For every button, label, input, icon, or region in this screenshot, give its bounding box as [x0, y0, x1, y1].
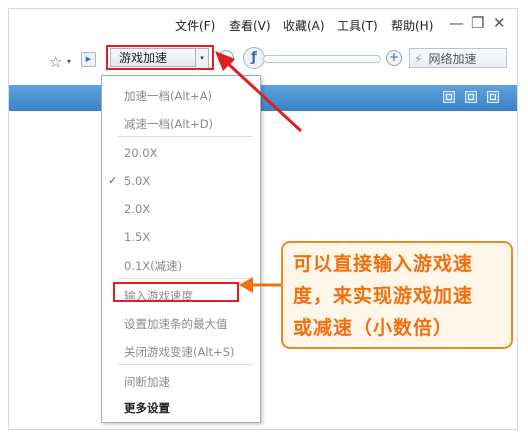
- callout-line-1: 可以直接输入游戏速: [293, 253, 474, 275]
- arrow-to-game-speed: [221, 57, 303, 133]
- annotation-arrows: [215, 51, 303, 293]
- app-window: 文件(F) 查看(V) 收藏(A) 工具(T) 帮助(H) — ❐ ✕ ☆ ▾ …: [8, 8, 518, 430]
- callout-line-2: 度，来实现游戏加速: [293, 285, 474, 307]
- callout-line-3: 或减速（小数倍）: [293, 317, 454, 339]
- arrowhead-left: [239, 277, 253, 293]
- callout-box: 可以直接输入游戏速 度，来实现游戏加速 或减速（小数倍）: [281, 241, 513, 349]
